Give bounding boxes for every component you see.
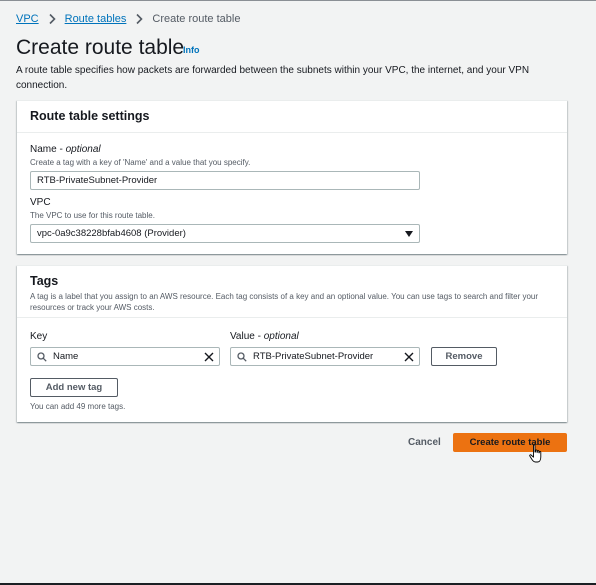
breadcrumb-current: Create route table	[152, 13, 241, 25]
tag-key-value: Name	[53, 351, 79, 362]
chevron-right-icon	[49, 13, 56, 25]
search-icon	[237, 351, 247, 362]
tags-header: Tags	[30, 274, 59, 288]
name-optional-text: optional	[65, 144, 101, 155]
breadcrumb: VPC Route tables Create route table	[16, 12, 240, 26]
chevron-right-icon	[136, 13, 144, 25]
caret-down-icon	[405, 230, 413, 237]
page-title: Create route table	[16, 36, 185, 59]
remove-tag-button[interactable]: Remove	[431, 347, 497, 366]
panel-divider	[17, 132, 567, 133]
hand-cursor-icon	[529, 444, 542, 463]
vpc-select[interactable]: vpc-0a9c38228bfab4608 (Provider)	[30, 224, 420, 243]
info-link[interactable]: Info	[183, 45, 200, 55]
name-description: Create a tag with a key of 'Name' and a …	[30, 158, 251, 167]
tag-key-input[interactable]: Name	[30, 347, 220, 366]
breadcrumb-route-tables[interactable]: Route tables	[65, 13, 127, 25]
breadcrumb-vpc[interactable]: VPC	[16, 13, 39, 25]
tag-value-input[interactable]: RTB-PrivateSubnet-Provider	[230, 347, 420, 366]
vpc-label: VPC	[30, 197, 51, 208]
name-label: Name - optional	[30, 144, 101, 155]
tag-value-label-text: Value	[230, 331, 255, 342]
tag-value-label: Value - optional	[230, 331, 299, 342]
tag-value-optional-text: optional	[263, 331, 299, 342]
tags-panel: Tags A tag is a label that you assign to…	[17, 265, 567, 422]
panel-divider	[17, 317, 567, 318]
cancel-button[interactable]: Cancel	[408, 437, 441, 448]
close-icon[interactable]	[204, 352, 214, 362]
tags-description: A tag is a label that you assign to an A…	[30, 292, 539, 312]
vpc-select-value: vpc-0a9c38228bfab4608 (Provider)	[37, 228, 186, 239]
tag-key-label: Key	[30, 331, 48, 342]
name-input[interactable]: RTB-PrivateSubnet-Provider	[30, 171, 420, 190]
create-route-table-button[interactable]: Create route table	[453, 433, 567, 452]
tag-limit-note: You can add 49 more tags.	[30, 402, 126, 411]
name-input-value: RTB-PrivateSubnet-Provider	[37, 175, 158, 186]
name-label-text: Name	[30, 144, 57, 155]
add-new-tag-button[interactable]: Add new tag	[30, 378, 118, 397]
close-icon[interactable]	[404, 352, 414, 362]
tag-value-value: RTB-PrivateSubnet-Provider	[253, 351, 374, 362]
window-top-edge	[0, 0, 596, 1]
route-table-settings-panel: Route table settings Name - optional Cre…	[17, 100, 567, 254]
search-icon	[37, 351, 47, 362]
page-description: A route table specifies how packets are …	[16, 65, 530, 91]
settings-header: Route table settings	[30, 109, 150, 123]
vpc-description: The VPC to use for this route table.	[30, 211, 155, 220]
